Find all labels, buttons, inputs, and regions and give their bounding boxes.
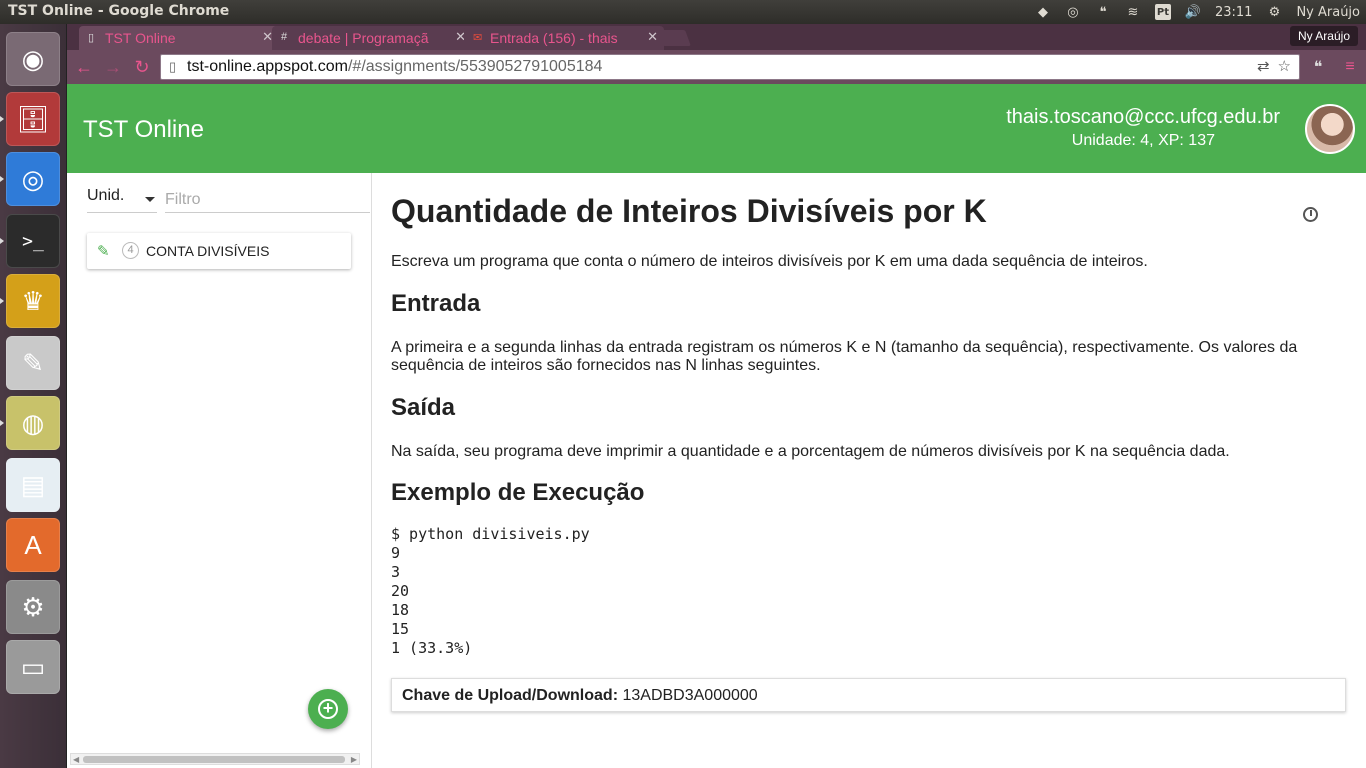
input-description: A primeira e a segunda linhas da entrada… <box>391 339 1298 374</box>
launcher-ubuntu-dash-icon[interactable]: ◉ <box>6 32 60 86</box>
dropbox-icon[interactable]: ◆ <box>1035 4 1051 20</box>
launcher-drives-icon[interactable]: ▭ <box>6 640 60 694</box>
hangouts-extension-icon[interactable]: ❝ <box>1307 56 1329 78</box>
chrome-window: ▯ TST Online ✕ # debate | Programaçã ✕ ✉… <box>67 24 1366 768</box>
tab-gmail[interactable]: ✉ Entrada (156) - thais ✕ <box>464 26 664 50</box>
assignment-title: Quantidade de Inteiros Divisíveis por K <box>391 193 987 229</box>
translate-icon[interactable]: ⇄ <box>1257 57 1270 75</box>
launcher-terminal-icon[interactable]: >_ <box>6 214 60 268</box>
app-title[interactable]: TST Online <box>83 116 204 144</box>
page-info-icon[interactable]: ▯ <box>169 59 176 75</box>
launcher-system-settings-icon[interactable]: ⚙ <box>6 580 60 634</box>
wifi-icon[interactable]: ≋ <box>1125 4 1141 20</box>
launcher-lamp-app-icon[interactable]: ♛ <box>6 274 60 328</box>
user-email[interactable]: thais.toscano@ccc.ufcg.edu.br <box>1006 106 1280 129</box>
upload-key-label: Chave de Upload/Download: <box>402 687 619 704</box>
tab-title: Entrada (156) - thais <box>490 30 618 46</box>
scroll-right-arrow-icon[interactable]: ▶ <box>351 755 357 764</box>
plus-icon: + <box>318 699 338 719</box>
app-header: TST Online thais.toscano@ccc.ufcg.edu.br… <box>67 84 1366 173</box>
tab-debate[interactable]: # debate | Programaçã ✕ <box>272 26 472 50</box>
gmail-icon: ✉ <box>473 32 483 44</box>
chrome-tray-icon[interactable]: ◎ <box>1065 4 1081 20</box>
top-panel: TST Online - Google Chrome ◆ ◎ ❝ ≋ Pt 🔊 … <box>0 0 1366 24</box>
unit-select-value: Unid. <box>87 187 125 204</box>
running-indicator <box>0 420 4 426</box>
input-heading: Entrada <box>391 290 481 317</box>
launcher-chrome-icon[interactable]: ◎ <box>6 152 60 206</box>
running-indicator <box>0 238 4 244</box>
address-bar[interactable]: ▯ tst-online.appspot.com/#/assignments/5… <box>160 54 1300 80</box>
session-user[interactable]: Ny Araújo <box>1296 5 1360 20</box>
system-tray: ◆ ◎ ❝ ≋ Pt 🔊 23:11 ⚙ Ny Araújo <box>1035 0 1360 24</box>
reload-button[interactable]: ↻ <box>131 56 153 78</box>
running-indicator <box>0 298 4 304</box>
keyboard-layout-indicator[interactable]: Pt <box>1154 4 1171 20</box>
bookmark-star-icon[interactable]: ☆ <box>1278 57 1291 75</box>
chrome-menu-icon[interactable]: ≡ <box>1339 56 1361 78</box>
dropdown-caret-icon <box>145 197 155 202</box>
browser-toolbar: ← → ↻ ▯ tst-online.appspot.com/#/assignm… <box>67 50 1366 84</box>
upload-key-value[interactable]: 13ADBD3A000000 <box>622 687 757 704</box>
running-indicator <box>0 176 4 182</box>
assignment-label: CONTA DIVISÍVEIS <box>146 243 270 259</box>
add-assignment-button[interactable]: + <box>308 689 348 729</box>
filter-input[interactable] <box>165 187 370 213</box>
launcher-speaker-app-icon[interactable]: ◍ <box>6 396 60 450</box>
launcher-text-editor-icon[interactable]: ✎ <box>6 336 60 390</box>
new-tab-button[interactable] <box>657 30 691 46</box>
history-clock-icon[interactable] <box>1303 207 1318 222</box>
window-title: TST Online - Google Chrome <box>8 3 230 19</box>
assignment-list-item[interactable]: ✎ 4 CONTA DIVISÍVEIS <box>87 233 351 269</box>
url-path: /#/assignments/5539052791005184 <box>347 58 603 75</box>
session-gear-icon[interactable]: ⚙ <box>1266 4 1282 20</box>
page-icon: ▯ <box>88 32 95 44</box>
volume-icon[interactable]: 🔊 <box>1185 4 1201 20</box>
launcher-libreoffice-impress-icon[interactable]: ▤ <box>6 458 60 512</box>
running-indicator <box>0 116 4 122</box>
scrollbar-thumb[interactable] <box>83 756 345 763</box>
hangouts-icon[interactable]: ❝ <box>1095 4 1111 20</box>
tab-strip: ▯ TST Online ✕ # debate | Programaçã ✕ ✉… <box>67 24 1366 50</box>
unit-select[interactable]: Unid. <box>87 187 157 213</box>
horizontal-scrollbar[interactable]: ◀ ▶ <box>70 753 360 765</box>
launcher-files-icon[interactable]: 🗄 <box>6 92 60 146</box>
user-unit-xp: Unidade: 4, XP: 137 <box>1071 132 1215 149</box>
example-code-block: $ python divisiveis.py 9 3 20 18 15 1 (3… <box>391 525 590 657</box>
launcher-software-center-icon[interactable]: A <box>6 518 60 572</box>
avatar[interactable] <box>1305 104 1355 154</box>
output-description: Na saída, seu programa deve imprimir a q… <box>391 443 1230 460</box>
output-heading: Saída <box>391 394 456 421</box>
back-button[interactable]: ← <box>73 56 95 78</box>
clock[interactable]: 23:11 <box>1215 5 1252 20</box>
web-page: TST Online thais.toscano@ccc.ufcg.edu.br… <box>67 84 1366 768</box>
close-tab-icon[interactable]: ✕ <box>647 29 658 45</box>
profile-button[interactable]: Ny Araújo <box>1289 26 1358 46</box>
hash-icon: # <box>281 31 288 43</box>
unit-number-badge: 4 <box>122 242 139 259</box>
example-heading: Exemplo de Execução <box>391 479 645 506</box>
unity-launcher: ◉ 🗄 ◎ >_ ♛ ✎ ◍ ▤ A ⚙ ▭ <box>0 24 67 768</box>
assignments-sidebar: Unid. ✎ 4 CONTA DIVISÍVEIS + ◀ ▶ <box>67 173 372 768</box>
forward-button[interactable]: → <box>102 56 124 78</box>
assignment-content: Quantidade de Inteiros Divisíveis por K … <box>391 173 1351 768</box>
tab-title: debate | Programaçã <box>298 30 429 46</box>
pencil-icon: ✎ <box>97 243 110 260</box>
tab-tst-online[interactable]: ▯ TST Online ✕ <box>79 26 279 50</box>
tab-title: TST Online <box>105 30 176 46</box>
url-host: tst-online.appspot.com <box>187 58 348 75</box>
upload-key-box: Chave de Upload/Download: 13ADBD3A000000 <box>391 678 1346 712</box>
scroll-left-arrow-icon[interactable]: ◀ <box>73 755 79 764</box>
assignment-description: Escreva um programa que conta o número d… <box>391 253 1148 270</box>
